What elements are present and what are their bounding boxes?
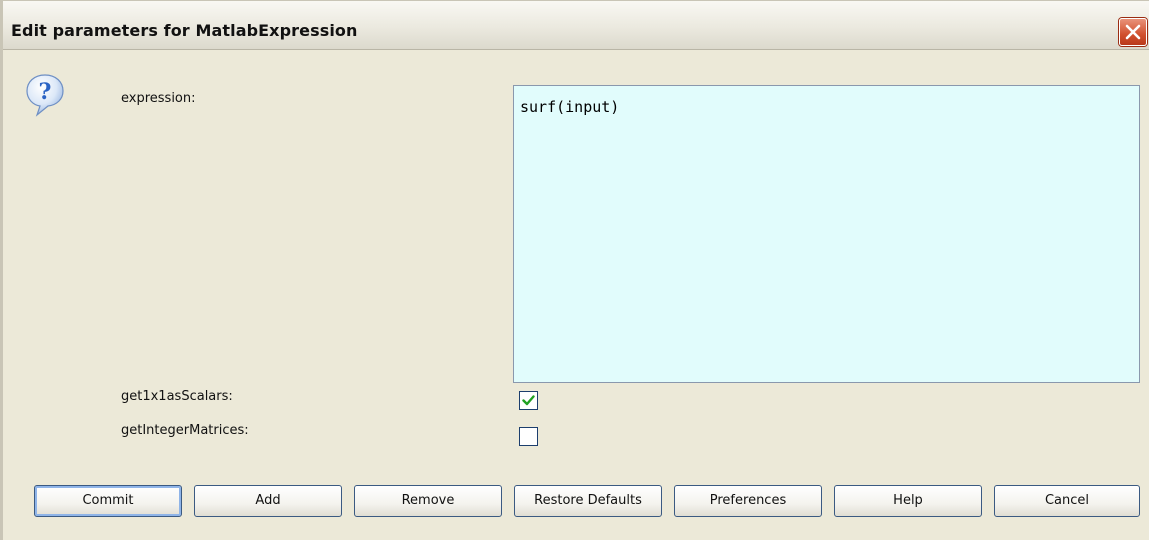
- dialog-body: ? expression: surf(input) get1x1asScalar…: [3, 51, 1149, 540]
- remove-button[interactable]: Remove: [354, 485, 502, 517]
- dialog-window: Edit parameters for MatlabExpression ? e…: [0, 0, 1149, 540]
- question-mark-icon: ?: [25, 73, 65, 121]
- get1x1asScalars-checkbox[interactable]: [519, 391, 538, 410]
- add-button[interactable]: Add: [194, 485, 342, 517]
- getIntegerMatrices-label: getIntegerMatrices:: [121, 423, 249, 438]
- cancel-button[interactable]: Cancel: [994, 485, 1140, 517]
- preferences-button[interactable]: Preferences: [674, 485, 822, 517]
- get1x1asScalars-label: get1x1asScalars:: [121, 389, 233, 404]
- getIntegerMatrices-checkbox[interactable]: [519, 427, 538, 446]
- close-button[interactable]: [1119, 18, 1147, 46]
- expression-label: expression:: [121, 91, 196, 106]
- expression-input[interactable]: surf(input): [513, 85, 1140, 383]
- svg-text:?: ?: [39, 79, 52, 105]
- restore-defaults-button[interactable]: Restore Defaults: [514, 485, 662, 517]
- window-title: Edit parameters for MatlabExpression: [11, 21, 358, 40]
- commit-button[interactable]: Commit: [34, 485, 182, 517]
- title-bar[interactable]: Edit parameters for MatlabExpression: [3, 1, 1149, 50]
- help-button[interactable]: Help: [834, 485, 982, 517]
